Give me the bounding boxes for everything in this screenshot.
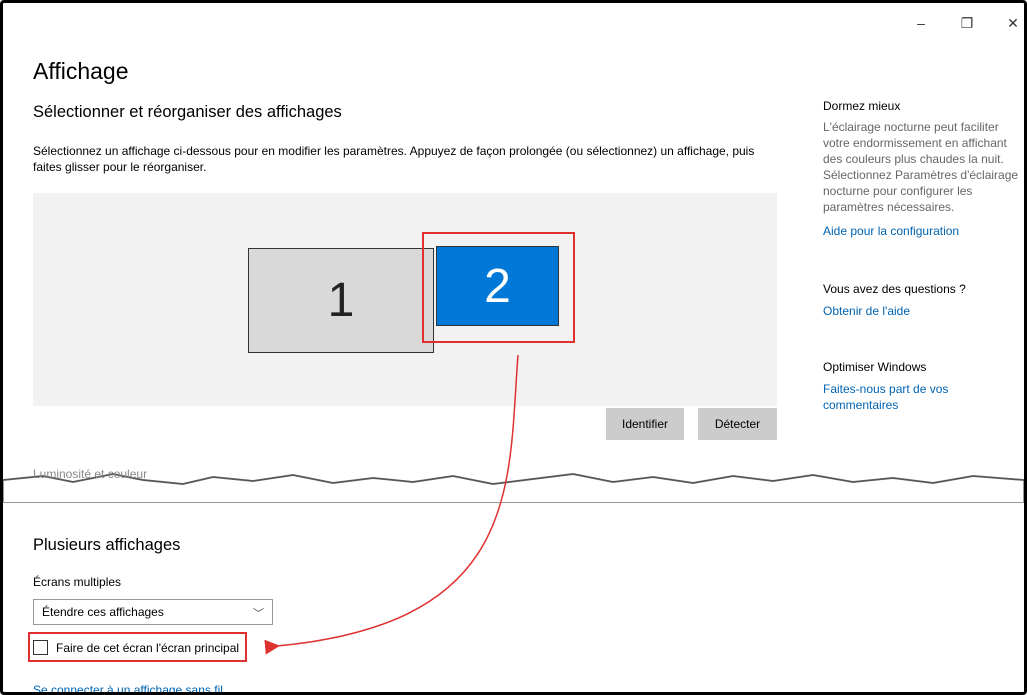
detect-button[interactable]: Détecter: [698, 408, 777, 440]
main-display-checkbox[interactable]: [33, 640, 48, 655]
sleep-heading: Dormez mieux: [823, 99, 901, 113]
multiple-displays-title: Plusieurs affichages: [33, 536, 181, 554]
identify-button[interactable]: Identifier: [606, 408, 684, 440]
main-display-checkbox-label: Faire de cet écran l'écran principal: [56, 640, 240, 655]
close-icon[interactable]: ✕: [1004, 15, 1022, 32]
multiple-screens-label: Écrans multiples: [33, 575, 122, 589]
settings-window: – ❐ ✕ Affichage Sélectionner et réorgani…: [0, 0, 1027, 695]
monitor-arrangement-area: 1 2: [33, 193, 777, 406]
torn-edge: Luminosité et couleur: [3, 467, 1024, 503]
select-value: Étendre ces affichages: [42, 605, 164, 619]
minimize-icon[interactable]: –: [912, 15, 930, 32]
section-title: Sélectionner et réorganiser des affichag…: [33, 103, 342, 121]
section-description: Sélectionnez un affichage ci-dessous pou…: [33, 144, 755, 174]
main-display-checkbox-row[interactable]: Faire de cet écran l'écran principal: [33, 640, 239, 655]
restore-icon[interactable]: ❐: [958, 15, 976, 32]
setup-help-link[interactable]: Aide pour la configuration: [823, 223, 959, 239]
sleep-text: L'éclairage nocturne peut faciliter votr…: [823, 120, 1019, 214]
questions-heading: Vous avez des questions ?: [823, 282, 966, 296]
highlight-box-monitor-2: [422, 232, 575, 343]
multiple-displays-select[interactable]: Étendre ces affichages ﹀: [33, 599, 273, 625]
window-controls: – ❐ ✕: [912, 15, 1024, 32]
optimize-heading: Optimiser Windows: [823, 360, 927, 374]
torn-section-text: Luminosité et couleur: [33, 467, 147, 481]
chevron-down-icon: ﹀: [253, 608, 264, 620]
wireless-display-link[interactable]: Se connecter à un affichage sans fil: [33, 683, 223, 692]
get-help-link[interactable]: Obtenir de l'aide: [823, 303, 910, 319]
feedback-link[interactable]: Faites-nous part de vos commentaires: [823, 381, 1024, 413]
monitor-1[interactable]: 1: [248, 248, 434, 353]
page-title: Affichage: [33, 58, 129, 84]
